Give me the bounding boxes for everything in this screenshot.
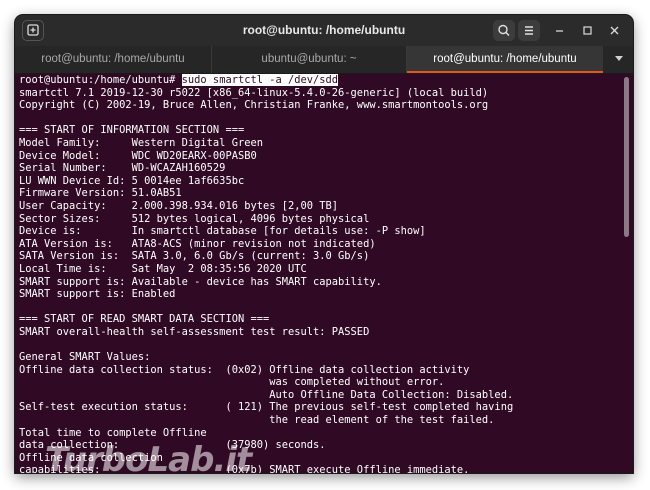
- terminal-line: === START OF INFORMATION SECTION ===: [19, 124, 245, 137]
- terminal-line: Total time to complete Offline: [19, 426, 207, 439]
- search-icon: [498, 24, 510, 37]
- terminal-line: SMART support is: Enabled: [19, 288, 176, 301]
- terminal-line: Offline data collection status: (0x02) O…: [19, 363, 470, 376]
- terminal-line: Offline data collection: [19, 451, 163, 464]
- shell-prompt: root@ubuntu:/home/ubuntu#: [19, 74, 182, 86]
- tab-bar: root@ubuntu: /home/ubuntu ubuntu@ubuntu:…: [15, 46, 633, 74]
- maximize-button[interactable]: [580, 23, 595, 38]
- terminal-line: Self-test execution status: ( 121) The p…: [19, 401, 514, 414]
- terminal-line: General SMART Values:: [19, 351, 151, 364]
- title-bar[interactable]: root@ubuntu: /home/ubuntu: [15, 15, 633, 46]
- chevron-down-icon: [615, 56, 623, 61]
- terminal-line: Local Time is: Sat May 2 08:35:56 2020 U…: [19, 262, 307, 275]
- entered-command: sudo smartctl -a /dev/sdd: [181, 74, 339, 86]
- menu-button[interactable]: [518, 20, 540, 41]
- terminal-line: Device Model: WDC WD20EARX-00PASB0: [19, 149, 257, 162]
- terminal-line: was completed without error.: [19, 376, 445, 389]
- terminal-line: === START OF READ SMART DATA SECTION ===: [19, 313, 270, 326]
- search-button[interactable]: [493, 20, 515, 41]
- tab-root-active[interactable]: root@ubuntu: /home/ubuntu: [407, 46, 603, 73]
- terminal-line: Sector Sizes: 512 bytes logical, 4096 by…: [19, 212, 370, 225]
- tab-ubuntu-home[interactable]: ubuntu@ubuntu: ~: [211, 46, 407, 73]
- terminal-line: the read element of the test failed.: [19, 414, 495, 427]
- minimize-icon: [556, 30, 563, 32]
- terminal-line: Auto Offline Data Collection: Disabled.: [19, 388, 514, 401]
- close-icon: [610, 26, 619, 35]
- hamburger-menu-icon: [525, 26, 533, 35]
- tab-root-1[interactable]: root@ubuntu: /home/ubuntu: [15, 46, 211, 73]
- command-line: root@ubuntu:/home/ubuntu# sudo smartctl …: [19, 74, 619, 87]
- terminal-scrollbar[interactable]: [624, 77, 629, 237]
- terminal-line: ATA Version is: ATA8-ACS (minor revision…: [19, 237, 376, 250]
- terminal-line: Firmware Version: 51.0AB51: [19, 187, 182, 200]
- terminal-line: Device is: In smartctl database [for det…: [19, 225, 426, 238]
- minimize-button[interactable]: [552, 23, 567, 38]
- terminal-line: capabilities: (0x7b) SMART execute Offli…: [19, 464, 470, 473]
- terminal-line: Copyright (C) 2002-19, Bruce Allen, Chri…: [19, 99, 489, 112]
- terminal-line: Model Family: Western Digital Green: [19, 136, 263, 149]
- window-title: root@ubuntu: /home/ubuntu: [242, 23, 406, 37]
- close-button[interactable]: [607, 23, 622, 38]
- maximize-icon: [583, 26, 592, 35]
- terminal-line: Serial Number: WD-WCAZAH160529: [19, 162, 226, 175]
- terminal-line: SMART support is: Available - device has…: [19, 275, 382, 288]
- terminal-line: SATA Version is: SATA 3.0, 6.0 Gb/s (cur…: [19, 250, 370, 263]
- terminal-window: root@ubuntu: /home/ubuntu root@ubuntu: /…: [15, 15, 633, 473]
- tab-list-button[interactable]: [609, 46, 629, 73]
- terminal-line: LU WWN Device Id: 5 0014ee 1af6635bc: [19, 174, 245, 187]
- terminal-line: SMART overall-health self-assessment tes…: [19, 325, 370, 338]
- terminal-line: data collection: (37980) seconds.: [19, 439, 326, 452]
- terminal-line: User Capacity: 2.000.398.934.016 bytes […: [19, 199, 339, 212]
- terminal-output[interactable]: root@ubuntu:/home/ubuntu# sudo smartctl …: [19, 74, 619, 473]
- terminal-line: smartctl 7.1 2019-12-30 r5022 [x86_64-li…: [19, 86, 489, 99]
